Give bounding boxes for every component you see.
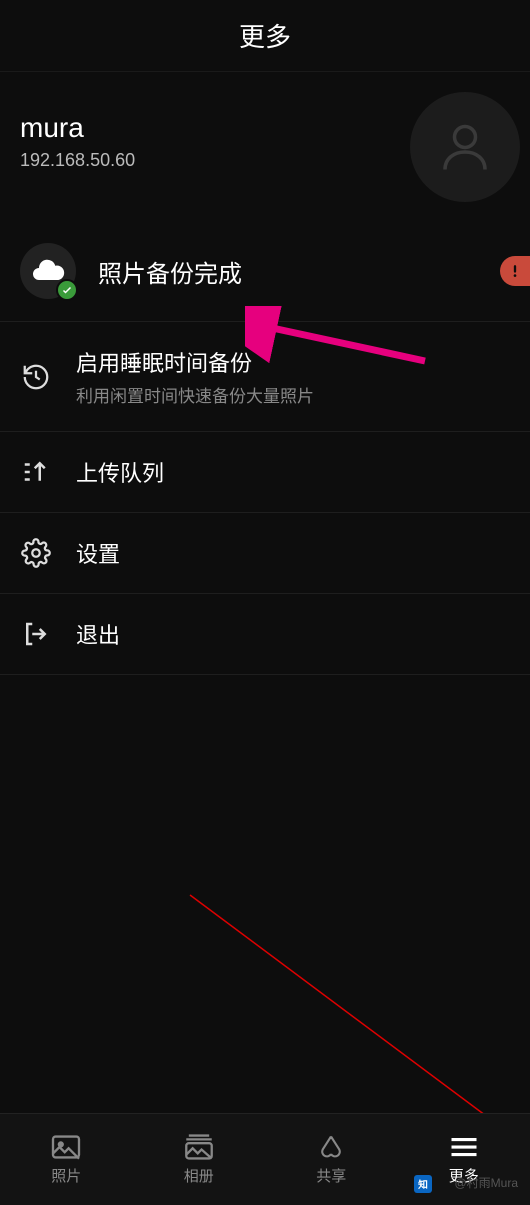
nav-label: 共享 [316,1165,346,1186]
page-title: 更多 [239,17,291,54]
nav-albums[interactable]: 相册 [133,1114,266,1205]
watermark: @村雨Mura [454,1174,518,1191]
exclamation-icon [505,261,525,281]
nav-label: 相册 [184,1165,214,1186]
photos-icon [50,1133,82,1161]
check-icon [61,284,73,296]
nav-share[interactable]: 共享 [265,1114,398,1205]
menu-subtitle: 利用闲置时间快速备份大量照片 [76,382,314,407]
profile-ip: 192.168.50.60 [20,150,135,171]
gear-icon [20,537,52,569]
avatar[interactable] [410,92,520,202]
menu-text: 上传队列 [76,456,164,488]
menu-title: 启用睡眠时间备份 [76,346,314,378]
nav-label: 照片 [51,1165,81,1186]
annotation-arrow-red [185,890,525,1150]
menu-logout[interactable]: 退出 [0,593,530,675]
backup-status-row[interactable]: 照片备份完成 [0,221,530,321]
menu-title: 上传队列 [76,456,164,488]
albums-icon [183,1133,215,1161]
menu-title: 设置 [76,537,120,569]
check-badge [56,279,78,301]
profile-text: mura 192.168.50.60 [20,112,135,171]
history-icon [20,361,52,393]
svg-text:知: 知 [418,1178,428,1191]
warning-badge[interactable] [500,256,530,286]
person-icon [435,117,495,177]
zhihu-icon: 知 [414,1175,432,1193]
nav-photos[interactable]: 照片 [0,1114,133,1205]
hamburger-icon [448,1133,480,1161]
menu-sleep-backup[interactable]: 启用睡眠时间备份 利用闲置时间快速备份大量照片 [0,321,530,431]
profile-name: mura [20,112,135,144]
header: 更多 [0,0,530,72]
bottom-nav: 照片 相册 共享 更多 [0,1113,530,1205]
menu-upload-queue[interactable]: 上传队列 [0,431,530,512]
profile-section[interactable]: mura 192.168.50.60 [0,72,530,221]
logout-icon [20,618,52,650]
backup-status-text: 照片备份完成 [98,254,242,289]
cloud-badge [20,243,76,299]
menu-text: 退出 [76,618,120,650]
menu-text: 启用睡眠时间备份 利用闲置时间快速备份大量照片 [76,346,314,407]
menu-title: 退出 [76,618,120,650]
menu-settings[interactable]: 设置 [0,512,530,593]
menu-text: 设置 [76,537,120,569]
share-icon [315,1133,347,1161]
upload-queue-icon [20,456,52,488]
